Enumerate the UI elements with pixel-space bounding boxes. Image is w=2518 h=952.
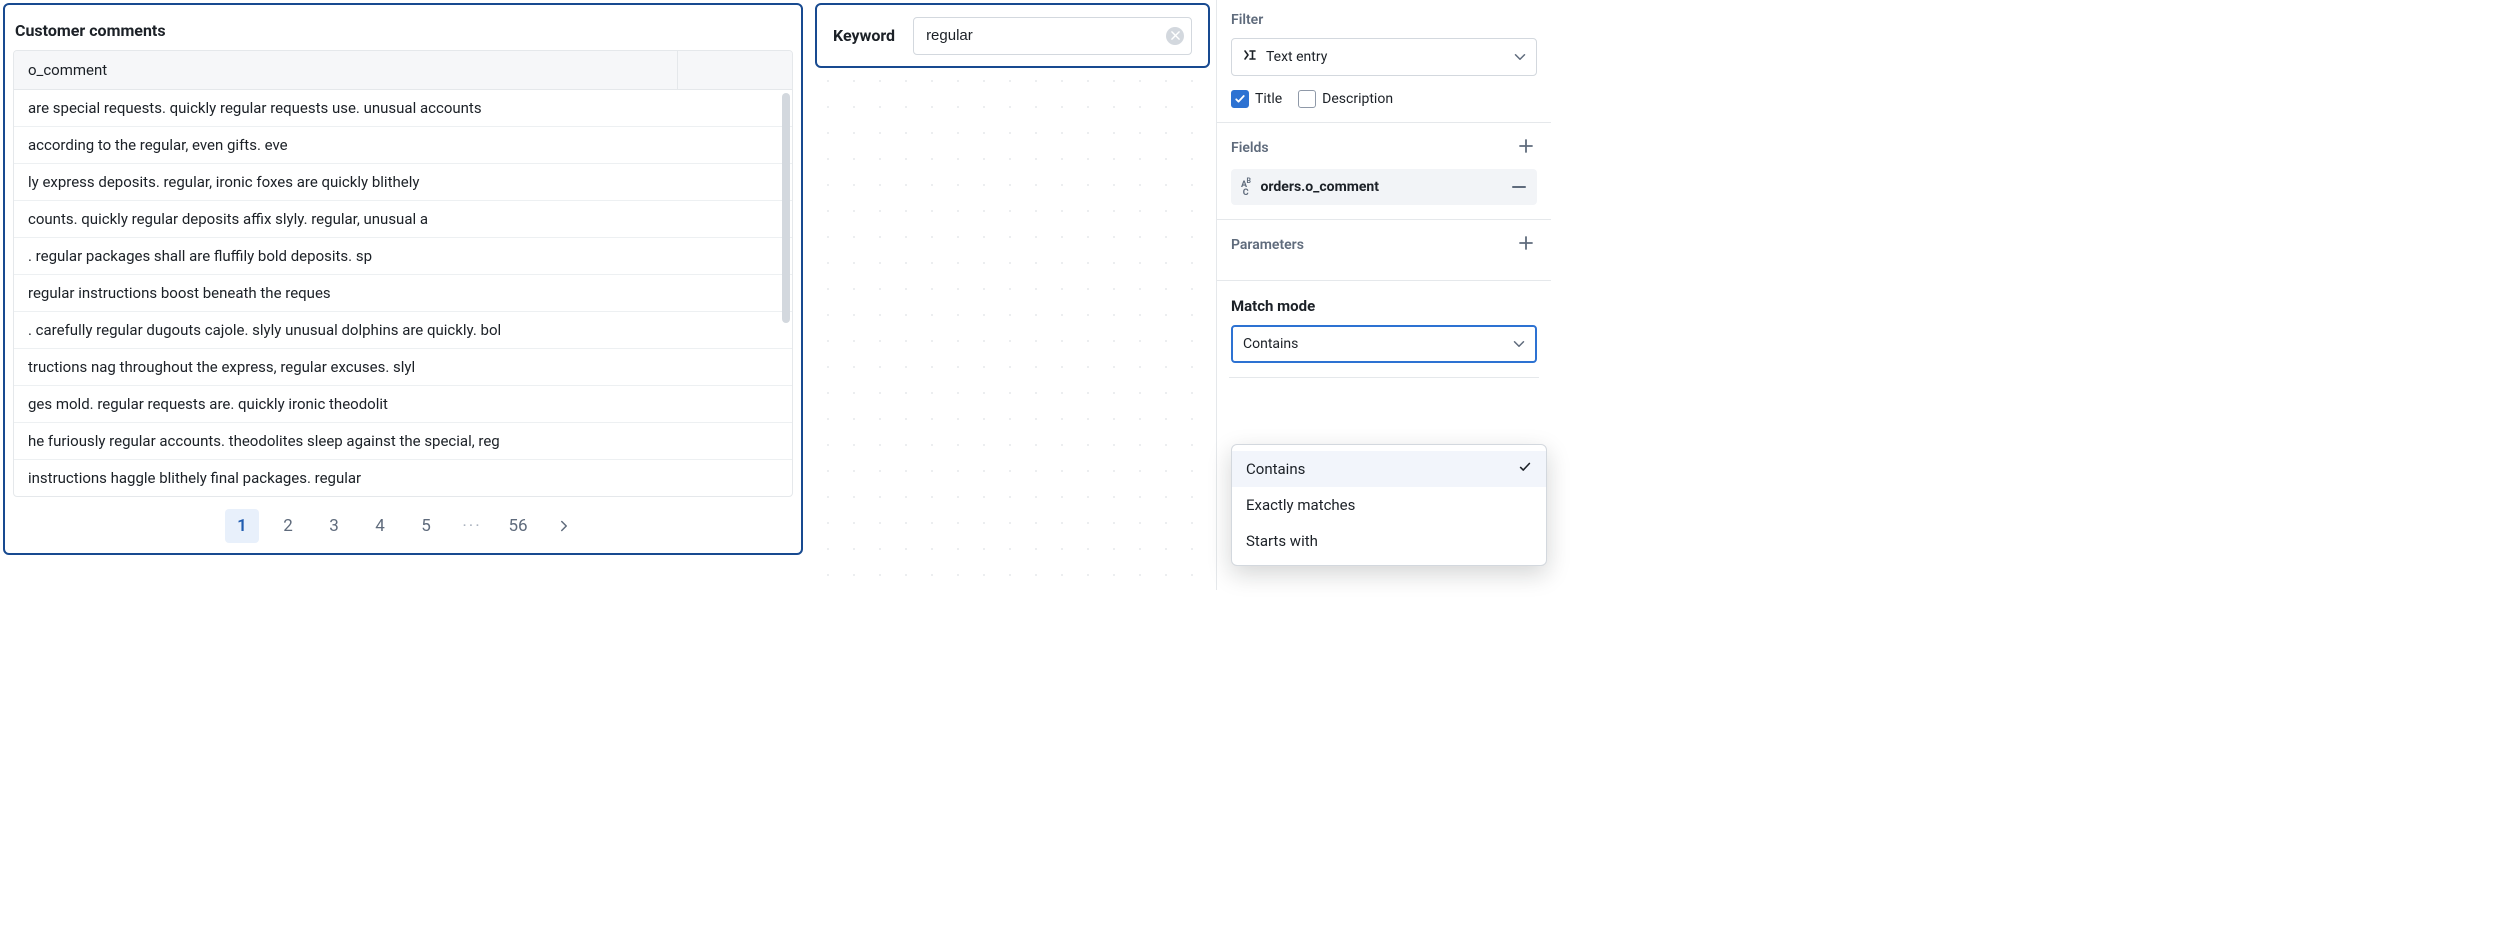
table-row[interactable]: regular instructions boost beneath the r… xyxy=(14,275,792,312)
filter-section: Filter Text entry Title xyxy=(1217,12,1551,122)
match-mode-dropdown: Contains Exactly matches Starts with xyxy=(1231,444,1547,566)
match-mode-heading: Match mode xyxy=(1231,297,1537,315)
close-icon xyxy=(1171,31,1180,40)
plus-icon xyxy=(1518,138,1534,158)
column-spacer xyxy=(678,61,778,79)
match-mode-option-contains[interactable]: Contains xyxy=(1232,451,1546,487)
keyword-input[interactable] xyxy=(913,17,1192,55)
description-checkbox-label: Description xyxy=(1322,91,1393,107)
column-header[interactable]: o_comment xyxy=(28,61,677,79)
description-checkbox[interactable] xyxy=(1298,90,1316,108)
chevron-down-icon xyxy=(1514,51,1526,63)
match-mode-option-starts[interactable]: Starts with xyxy=(1232,523,1546,559)
text-entry-icon xyxy=(1242,47,1258,67)
comments-table: o_comment are special requests. quickly … xyxy=(13,50,793,497)
table-row[interactable]: tructions nag throughout the express, re… xyxy=(14,349,792,386)
keyword-input-wrap xyxy=(913,17,1192,55)
canvas-background[interactable] xyxy=(815,68,1210,588)
table-row[interactable]: . regular packages shall are fluffily bo… xyxy=(14,238,792,275)
option-label: Starts with xyxy=(1246,532,1318,550)
keyword-panel: Keyword xyxy=(815,3,1210,68)
fields-section: Fields AB C orders.o_comment xyxy=(1217,123,1551,219)
page-2[interactable]: 2 xyxy=(271,509,305,543)
page-1[interactable]: 1 xyxy=(225,509,259,543)
field-chip-label: orders.o_comment xyxy=(1261,179,1379,195)
page-4[interactable]: 4 xyxy=(363,509,397,543)
table-row[interactable]: counts. quickly regular deposits affix s… xyxy=(14,201,792,238)
option-label: Exactly matches xyxy=(1246,496,1355,514)
table-row[interactable]: instructions haggle blithely final packa… xyxy=(14,460,792,496)
page-3[interactable]: 3 xyxy=(317,509,351,543)
table-scrollbar[interactable] xyxy=(782,93,790,323)
page-ellipsis: ··· xyxy=(455,509,489,543)
divider xyxy=(1229,377,1539,378)
fields-heading-label: Fields xyxy=(1231,140,1269,156)
page-last[interactable]: 56 xyxy=(501,509,535,543)
remove-field-button[interactable] xyxy=(1511,179,1527,195)
add-parameter-button[interactable] xyxy=(1515,234,1537,256)
text-type-icon: AB C xyxy=(1241,177,1251,197)
parameters-heading: Parameters xyxy=(1231,234,1537,256)
comments-panel: Customer comments o_comment are special … xyxy=(3,3,803,555)
table-row[interactable]: he furiously regular accounts. theodolit… xyxy=(14,423,792,460)
keyword-label: Keyword xyxy=(833,26,895,45)
keyword-clear-button[interactable] xyxy=(1166,27,1184,45)
filter-heading: Filter xyxy=(1231,12,1537,28)
panel-title: Customer comments xyxy=(15,21,791,40)
match-mode-select[interactable]: Contains xyxy=(1231,325,1537,363)
field-chip[interactable]: AB C orders.o_comment xyxy=(1231,169,1537,205)
page-5[interactable]: 5 xyxy=(409,509,443,543)
minus-icon xyxy=(1511,176,1527,201)
match-mode-selected: Contains xyxy=(1243,336,1298,352)
parameters-heading-label: Parameters xyxy=(1231,237,1304,253)
plus-icon xyxy=(1518,235,1534,255)
chevron-right-icon xyxy=(558,520,570,532)
table-row[interactable]: are special requests. quickly regular re… xyxy=(14,90,792,127)
match-mode-option-exactly[interactable]: Exactly matches xyxy=(1232,487,1546,523)
parameters-section: Parameters xyxy=(1217,220,1551,280)
option-label: Contains xyxy=(1246,460,1305,478)
add-field-button[interactable] xyxy=(1515,137,1537,159)
chevron-down-icon xyxy=(1513,338,1525,350)
title-checkbox-label: Title xyxy=(1255,91,1282,107)
filter-checkbox-row: Title Description xyxy=(1231,90,1537,108)
filter-type-label: Text entry xyxy=(1266,49,1327,65)
pagination: 1 2 3 4 5 ··· 56 xyxy=(13,509,793,543)
table-row[interactable]: ly express deposits. regular, ironic fox… xyxy=(14,164,792,201)
table-row[interactable]: . carefully regular dugouts cajole. slyl… xyxy=(14,312,792,349)
table-row[interactable]: ges mold. regular requests are. quickly … xyxy=(14,386,792,423)
check-icon xyxy=(1518,460,1532,478)
page-next[interactable] xyxy=(547,509,581,543)
table-header-row: o_comment xyxy=(14,51,792,90)
title-checkbox[interactable] xyxy=(1231,90,1249,108)
table-row[interactable]: according to the regular, even gifts. ev… xyxy=(14,127,792,164)
filter-type-select[interactable]: Text entry xyxy=(1231,38,1537,76)
sidebar: Filter Text entry Title xyxy=(1216,0,1551,590)
match-mode-section: Match mode Contains xyxy=(1217,281,1551,392)
fields-heading: Fields xyxy=(1231,137,1537,159)
